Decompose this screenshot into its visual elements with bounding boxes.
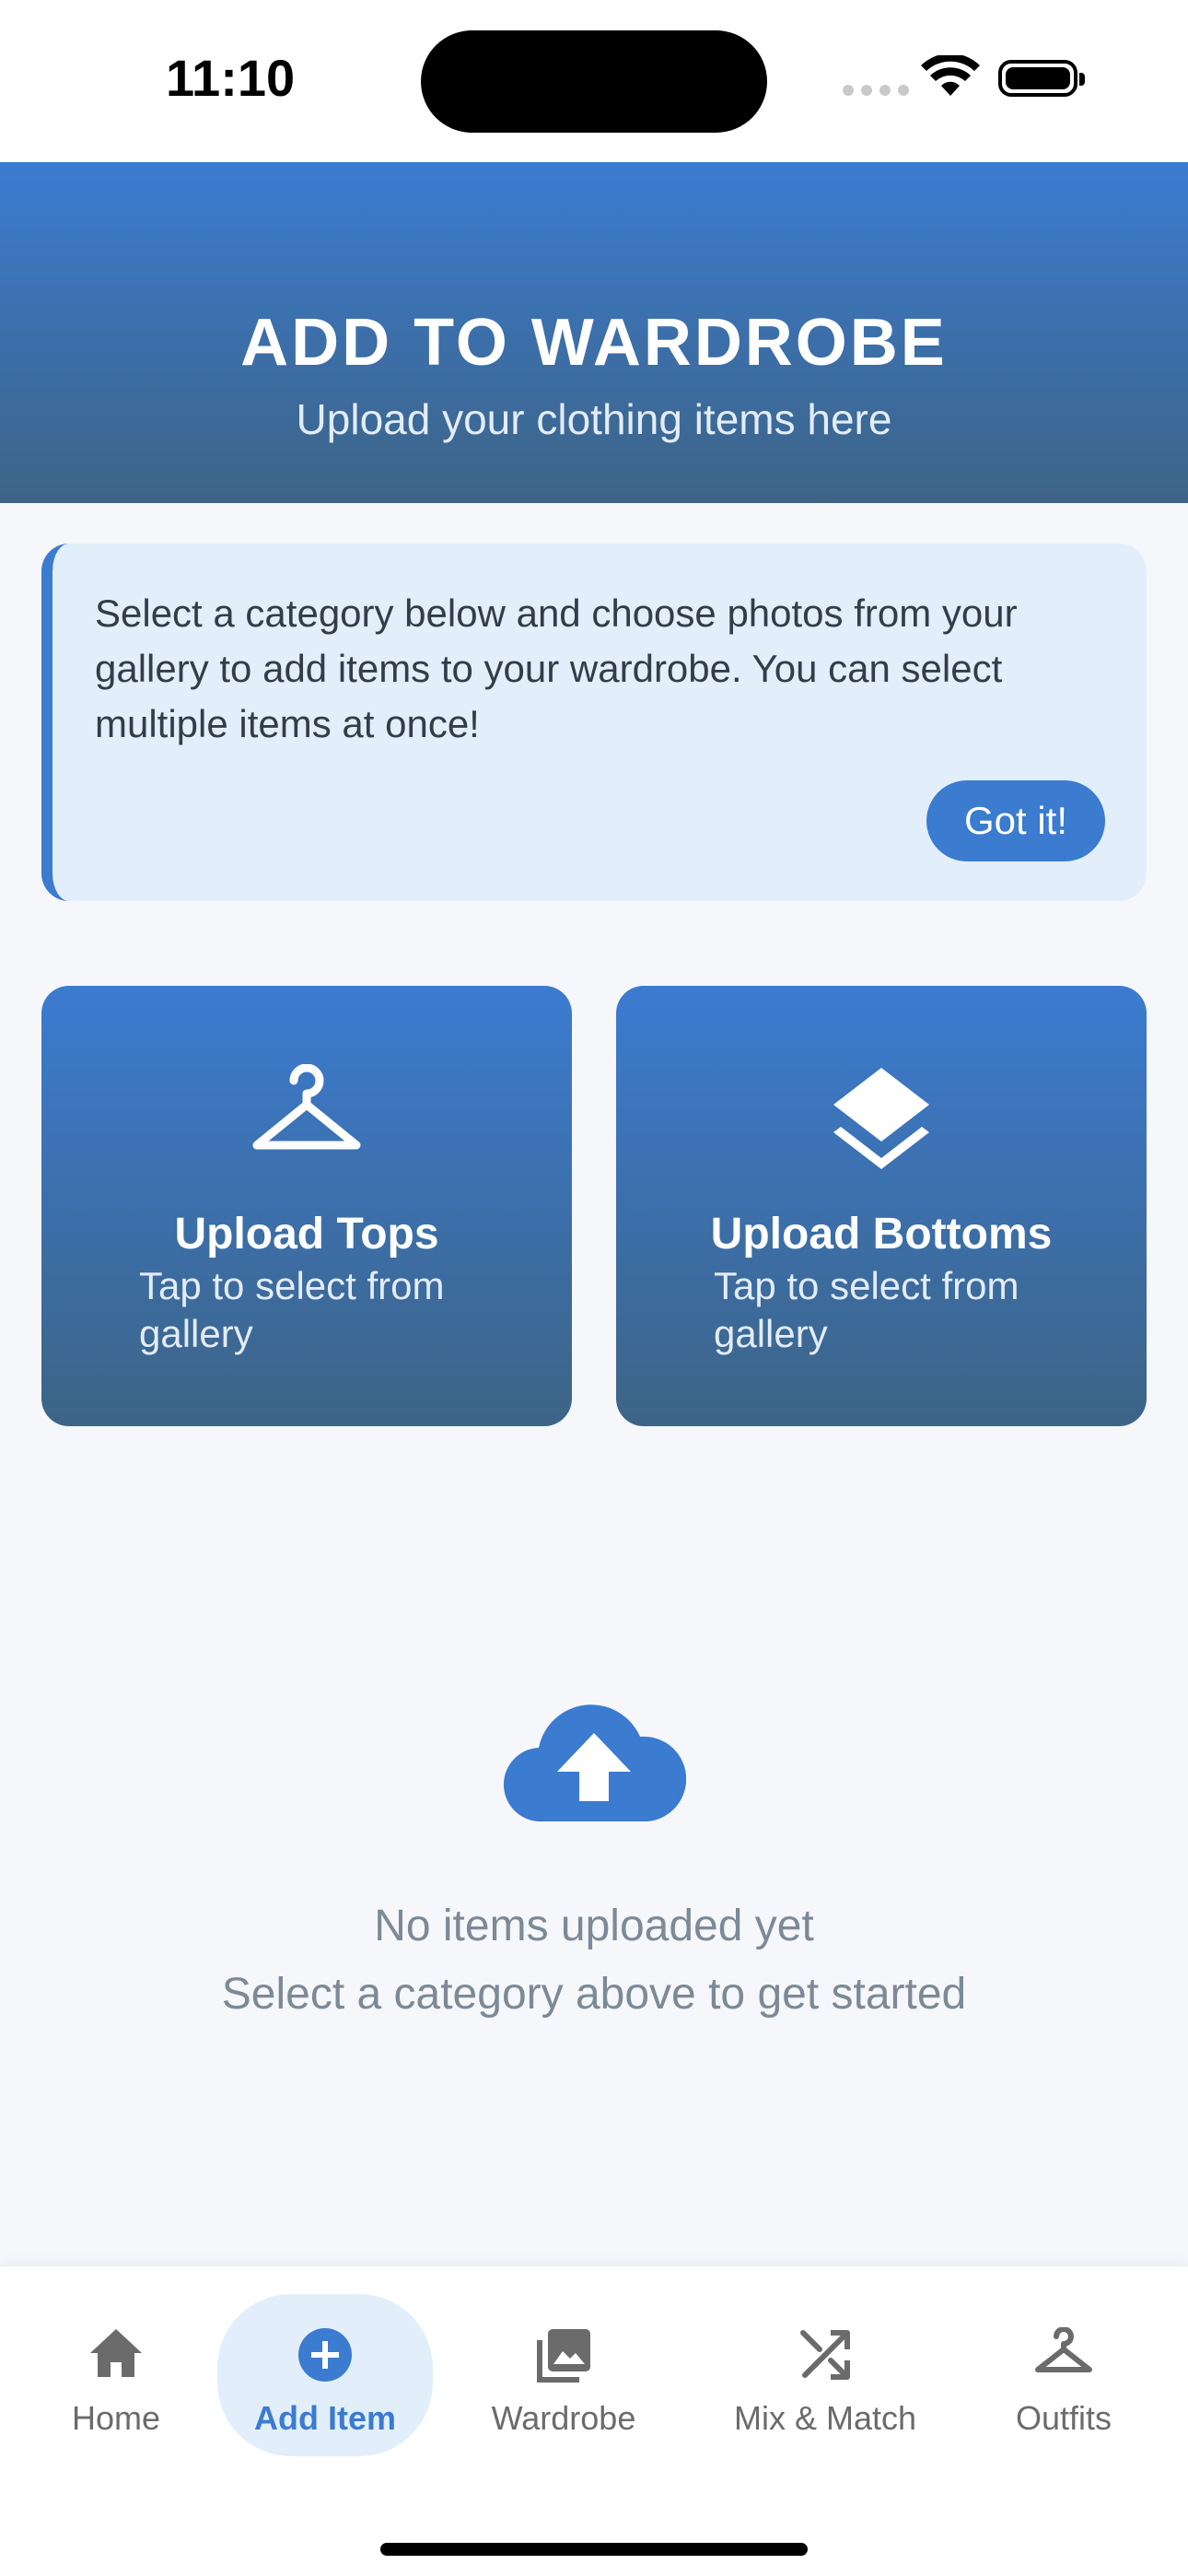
nav-label-add-item: Add Item — [253, 2399, 396, 2437]
upload-tops-title: Upload Tops — [174, 1210, 439, 1259]
battery-icon — [998, 60, 1085, 97]
add-circle-icon — [298, 2328, 352, 2382]
page-header: ADD TO WARDROBE Upload your clothing ite… — [0, 162, 1188, 503]
home-indicator[interactable] — [380, 2543, 808, 2556]
info-message: Select a category below and choose photo… — [95, 591, 1018, 745]
upload-tops-card[interactable]: Upload Tops Tap to select from gallery — [41, 986, 572, 1426]
upload-bottoms-subtitle: Tap to select from gallery — [714, 1264, 1019, 1355]
empty-state-subtitle: Select a category above to get started — [221, 1970, 967, 2019]
cloud-upload-icon — [504, 1704, 686, 1822]
nav-item-home[interactable]: Home — [33, 2294, 199, 2456]
shuffle-icon — [800, 2330, 850, 2380]
page-subtitle: Upload your clothing items here — [296, 395, 892, 443]
empty-state-title: No items uploaded yet — [374, 1902, 814, 1950]
bottom-nav: Home Add Item Wardrobe Mix & Match Outfi… — [0, 2266, 1188, 2576]
nav-label-mix-match: Mix & Match — [733, 2399, 917, 2437]
nav-label-home: Home — [71, 2399, 161, 2437]
photo-library-icon — [537, 2329, 590, 2383]
nav-label-wardrobe: Wardrobe — [491, 2399, 636, 2437]
upload-bottoms-card[interactable]: Upload Bottoms Tap to select from galler… — [616, 986, 1147, 1426]
nav-item-outfits[interactable]: Outfits — [985, 2294, 1142, 2456]
nav-item-mix-match[interactable]: Mix & Match — [715, 2294, 936, 2456]
cellular-signal-icon — [843, 85, 909, 96]
status-bar: 11:10 — [0, 0, 1188, 162]
hanger-icon — [1035, 2327, 1092, 2372]
dynamic-island — [421, 30, 767, 133]
wifi-icon — [921, 55, 980, 96]
got-it-button[interactable]: Got it! — [926, 780, 1105, 861]
upload-tops-subtitle: Tap to select from gallery — [139, 1264, 445, 1355]
status-time: 11:10 — [166, 49, 296, 107]
hanger-icon — [252, 1064, 361, 1150]
nav-label-outfits: Outfits — [1015, 2399, 1112, 2437]
home-icon — [90, 2329, 142, 2377]
nav-item-add-item[interactable]: Add Item — [217, 2294, 433, 2456]
upload-bottoms-title: Upload Bottoms — [710, 1210, 1053, 1259]
layers-icon — [833, 1068, 929, 1169]
page-title: ADD TO WARDROBE — [240, 306, 948, 380]
info-card: Select a category below and choose photo… — [41, 544, 1147, 901]
nav-item-wardrobe[interactable]: Wardrobe — [472, 2294, 656, 2456]
